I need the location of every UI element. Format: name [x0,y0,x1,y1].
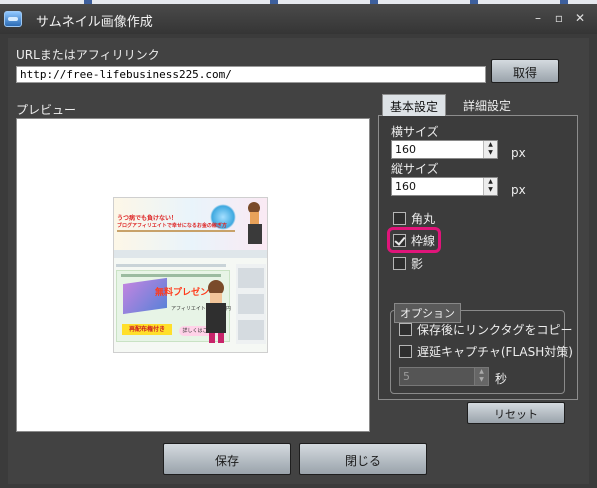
fetch-button[interactable]: 取得 [491,59,559,83]
reset-button[interactable]: リセット [467,402,565,424]
thumb-line [116,264,226,267]
thumb-sidebar-block [238,268,264,288]
thumb-headline-1: うつ病でも負けない！ [117,215,178,222]
thumbnail-dialog: サムネイル画像作成 – ▫ ✕ URLまたはアフィリリンク http://fre… [0,4,597,488]
rounded-checkbox[interactable] [393,212,406,225]
thumb-character-top [250,212,259,224]
shadow-label: 影 [411,257,424,271]
thumb-sidebar-block [238,320,264,340]
delay-capture-label: 遅延キャプチャ(FLASH対策) [417,345,573,359]
close-button[interactable]: 閉じる [299,443,427,475]
close-window-button[interactable]: ✕ [572,10,588,26]
title-bar[interactable]: サムネイル画像作成 – ▫ ✕ [0,4,597,34]
reset-button-label: リセット [494,408,538,421]
app-icon [4,11,22,27]
url-input[interactable]: http://free-lifebusiness225.com/ [16,66,486,83]
settings-tabs: 基本設定 詳細設定 横サイズ 160 ▲ ▼ px 縦サイズ 160 ▲ ▼ px … [378,94,578,400]
width-label: 横サイズ [391,125,439,139]
border-label: 枠線 [411,234,436,248]
height-stepper[interactable]: 160 ▲ ▼ [391,177,498,196]
delay-stepper-arrows[interactable]: ▲ ▼ [474,368,488,385]
thumb-sidebar-block [238,294,264,314]
thumb-nav [114,250,267,258]
border-checkbox[interactable] [393,234,406,247]
thumb-character-body [206,303,226,333]
height-value: 160 [395,180,416,193]
rounded-label: 角丸 [411,212,436,226]
options-group: オプション 保存後にリンクタグをコピー 遅延キャプチャ(FLASH対策) 5 ▲… [390,303,573,394]
height-stepper-arrows[interactable]: ▲ ▼ [483,178,497,195]
preview-thumbnail: うつ病でも負けない！ ブログアフィリエイトで幸せになるお金の稼ぎ方 無料プレゼン… [113,197,268,353]
dialog-body: URLまたはアフィリリンク http://free-lifebusiness22… [8,38,589,484]
save-button-label: 保存 [214,454,239,468]
delay-capture-checkbox[interactable] [399,345,412,358]
close-button-label: 閉じる [344,454,381,468]
height-label: 縦サイズ [391,162,439,176]
copy-link-checkbox[interactable] [399,323,412,336]
maximize-button[interactable]: ▫ [551,10,567,26]
thumb-character-leg [209,333,215,343]
copy-link-label: 保存後にリンクタグをコピー [417,323,573,337]
width-value: 160 [395,143,416,156]
window-title: サムネイル画像作成 [36,15,153,30]
width-unit: px [511,146,526,160]
thumb-character-body-top [248,224,262,244]
width-stepper[interactable]: 160 ▲ ▼ [391,140,498,159]
url-label: URLまたはアフィリリンク [16,48,160,62]
minimize-button[interactable]: – [530,10,546,26]
thumb-subline [117,230,235,232]
save-button[interactable]: 保存 [163,443,291,475]
preview-area: うつ病でも負けない！ ブログアフィリエイトで幸せになるお金の稼ぎ方 無料プレゼン… [16,118,370,432]
shadow-checkbox[interactable] [393,257,406,270]
thumb-character-face [210,293,222,303]
thumb-header: うつ病でも負けない！ ブログアフィリエイトで幸せになるお金の稼ぎ方 [114,198,267,250]
thumb-character-leg [218,333,224,343]
height-unit: px [511,183,526,197]
thumb-headline-2: ブログアフィリエイトで幸せになるお金の稼ぎ方 [117,223,227,229]
thumb-sidebar [236,264,266,344]
preview-label: プレビュー [16,103,77,117]
options-title: オプション [394,303,461,323]
thumb-text-line [121,274,221,277]
delay-stepper[interactable]: 5 ▲ ▼ [399,367,489,386]
tab-basic-settings[interactable]: 基本設定 [382,94,447,116]
fetch-button-label: 取得 [512,66,537,80]
width-stepper-arrows[interactable]: ▲ ▼ [483,141,497,158]
tab-detail-settings[interactable]: 詳細設定 [456,94,518,116]
delay-unit: 秒 [495,372,508,386]
thumb-banner: 再配布権付き [122,324,172,335]
delay-value: 5 [403,370,410,383]
basic-settings-panel: 横サイズ 160 ▲ ▼ px 縦サイズ 160 ▲ ▼ px 角丸 枠線 影 … [378,115,578,400]
